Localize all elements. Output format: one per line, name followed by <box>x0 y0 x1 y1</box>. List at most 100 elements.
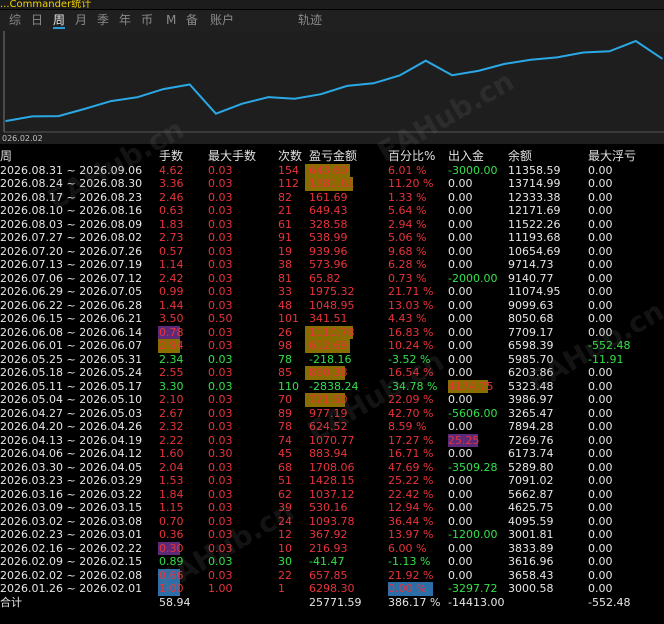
cell-count: 10 <box>278 541 292 555</box>
table-row[interactable]: 2026.06.15 ~ 2026.06.21 3.50 0.50 101 341.51… <box>0 312 664 326</box>
cell-max-lots: 0.03 <box>208 433 233 447</box>
col-header-week[interactable]: 周 <box>0 149 12 164</box>
cell-count: 1 <box>278 582 285 595</box>
equity-point <box>57 115 60 117</box>
table-row[interactable]: 2026.07.20 ~ 2026.07.26 0.57 0.03 19 939.96 9… <box>0 245 664 259</box>
table-row[interactable]: 2026.06.01 ~ 2026.06.07 2.94 0.03 98 612.69 1… <box>0 339 664 353</box>
table-row[interactable]: 2026.07.06 ~ 2026.07.12 2.42 0.03 81 65.82 0.… <box>0 272 664 286</box>
cell-lots: 1.84 <box>159 487 184 501</box>
cell-week: 2026.05.04 ~ 2026.05.10 <box>0 393 143 406</box>
table-row[interactable]: 2026.03.02 ~ 2026.03.08 0.70 0.03 24 1093.78… <box>0 515 664 529</box>
cell-max-drawdown: 0.00 <box>588 447 613 460</box>
tab-year[interactable]: 年 <box>119 10 131 31</box>
table-row[interactable]: 2026.06.22 ~ 2026.06.28 1.44 0.03 48 1048.95… <box>0 299 664 313</box>
cell-week: 2026.06.01 ~ 2026.06.07 <box>0 339 143 352</box>
table-row[interactable]: 2026.07.27 ~ 2026.08.02 2.73 0.03 91 538.99 5… <box>0 231 664 245</box>
cell-week: 2026.08.10 ~ 2026.08.16 <box>0 204 143 217</box>
table-row[interactable]: 2026.08.24 ~ 2026.08.30 3.36 0.03 112 1381.6… <box>0 177 664 191</box>
table-row[interactable]: 2026.02.23 ~ 2026.03.01 0.36 0.03 12 367.92 1… <box>0 528 664 542</box>
cell-count: 74 <box>278 433 292 447</box>
cell-lots: 2.67 <box>159 406 184 420</box>
cell-max-lots: 0.03 <box>208 217 233 231</box>
cell-pnl: 1975.32 <box>309 285 355 298</box>
table-row[interactable]: 2026.08.31 ~ 2026.09.06 4.62 0.03 154 643.60… <box>0 163 664 177</box>
col-header-pnl[interactable]: 盈亏金额 <box>309 149 357 164</box>
table-row[interactable]: 2026.08.17 ~ 2026.08.23 2.46 0.03 82 161.69 1… <box>0 191 664 205</box>
cell-week: 2026.02.09 ~ 2026.02.15 <box>0 555 143 568</box>
tab-month[interactable]: 月 <box>75 10 87 31</box>
cell-count: 110 <box>278 379 299 393</box>
table-row[interactable]: 2026.02.02 ~ 2026.02.08 0.66 0.03 22 657.85 2… <box>0 568 664 582</box>
table-row[interactable]: 2026.06.29 ~ 2026.07.05 0.99 0.03 33 1975.32… <box>0 285 664 299</box>
tab-summary[interactable]: 综 <box>9 10 21 31</box>
table-row[interactable]: 2026.05.25 ~ 2026.05.31 2.34 0.03 78 -218.16… <box>0 353 664 367</box>
cell-pct: 17.27 % <box>388 433 434 447</box>
table-row[interactable]: 2026.06.08 ~ 2026.06.14 0.78 0.03 26 1110.78… <box>0 325 664 339</box>
table-row[interactable]: 2026.03.30 ~ 2026.04.05 2.04 0.03 68 1708.06… <box>0 461 664 475</box>
tab-week[interactable]: 周 <box>53 10 66 31</box>
table-row[interactable]: 2026.05.04 ~ 2026.05.10 2.10 0.03 70 721.50 2… <box>0 393 664 407</box>
table-row[interactable]: 2026.03.23 ~ 2026.03.29 1.53 0.03 51 1428.15… <box>0 474 664 488</box>
cell-flow: -3297.72 <box>448 582 498 595</box>
cell-flow: 0.00 <box>448 177 473 190</box>
cell-week: 2026.05.11 ~ 2026.05.17 <box>0 379 143 393</box>
table-row[interactable]: 2026.08.03 ~ 2026.08.09 1.83 0.03 61 328.58 2… <box>0 218 664 232</box>
tab-day[interactable]: 日 <box>31 10 43 31</box>
cell-lots: 2.04 <box>159 460 184 474</box>
cell-pnl: 1048.95 <box>309 298 355 312</box>
cell-count: 112 <box>278 177 299 190</box>
tab-backup[interactable]: 备 <box>186 10 198 31</box>
table-row[interactable]: 2026.01.26 ~ 2026.02.01 1.00 1.00 1 6298.30 0… <box>0 582 664 596</box>
cell-flow: 0.00 <box>448 568 473 582</box>
cell-balance: 9099.63 <box>508 298 554 312</box>
equity-point <box>267 96 270 98</box>
cell-week: 2026.03.09 ~ 2026.03.15 <box>0 501 143 514</box>
table-row[interactable]: 2026.02.09 ~ 2026.02.15 0.89 0.03 30 -41.47 -… <box>0 555 664 569</box>
col-header-lots[interactable]: 手数 <box>159 149 183 164</box>
cell-pct: 0.00 % <box>388 582 427 595</box>
col-header-max-lots[interactable]: 最大手数 <box>208 149 256 164</box>
cell-balance: 4095.59 <box>508 514 554 528</box>
cell-lots: 2.46 <box>159 190 184 204</box>
tab-trajectory[interactable]: 轨迹 <box>298 10 322 31</box>
cell-lots: 1.83 <box>159 217 184 231</box>
table-row[interactable]: 2026.04.27 ~ 2026.05.03 2.67 0.03 89 977.19 4… <box>0 407 664 421</box>
cell-pct: -3.52 % <box>388 352 431 366</box>
equity-point <box>582 51 585 54</box>
table-row[interactable]: 2026.04.20 ~ 2026.04.26 2.32 0.03 78 624.52 8… <box>0 420 664 434</box>
cell-max-drawdown: -552.48 <box>588 339 631 352</box>
cell-count: 19 <box>278 244 292 258</box>
table-row[interactable]: 2026.03.16 ~ 2026.03.22 1.84 0.03 62 1037.12… <box>0 488 664 502</box>
cell-max-drawdown: 0.00 <box>588 501 613 514</box>
tab-m[interactable]: M <box>166 10 176 31</box>
cell-pnl: 721.50 <box>309 393 348 406</box>
col-header-balance[interactable]: 余额 <box>508 149 532 164</box>
table-row[interactable]: 2026.08.10 ~ 2026.08.16 0.63 0.03 21 649.43 5… <box>0 204 664 218</box>
col-header-count[interactable]: 次数 <box>278 149 302 164</box>
col-header-pct[interactable]: 百分比% <box>388 149 435 164</box>
table-row[interactable]: 2026.05.11 ~ 2026.05.17 3.30 0.03 110 -2838.… <box>0 379 664 393</box>
cell-count: 12 <box>278 528 292 541</box>
cell-pnl: -218.16 <box>309 352 352 366</box>
total-lots: 58.94 <box>159 595 191 609</box>
col-header-max-drawdown[interactable]: 最大浮亏 <box>588 149 636 164</box>
equity-point <box>162 88 165 90</box>
table-row[interactable]: 2026.04.13 ~ 2026.04.19 2.22 0.03 74 1070.77… <box>0 433 664 447</box>
table-row[interactable]: 2026.04.06 ~ 2026.04.12 1.60 0.30 45 883.94 1… <box>0 447 664 461</box>
cell-balance: 6173.74 <box>508 447 554 460</box>
tab-account[interactable]: 账户 <box>210 10 234 31</box>
tab-currency[interactable]: 币 <box>141 10 153 31</box>
table-row[interactable]: 2026.07.13 ~ 2026.07.19 1.14 0.03 38 573.96 6… <box>0 258 664 272</box>
tab-quarter[interactable]: 季 <box>97 10 109 31</box>
cell-lots: 0.66 <box>159 568 184 582</box>
cell-lots: 1.15 <box>159 501 184 514</box>
table-row[interactable]: 2026.03.09 ~ 2026.03.15 1.15 0.03 39 530.16 1… <box>0 501 664 515</box>
table-row[interactable]: 2026.02.16 ~ 2026.02.22 0.30 0.03 10 216.93 6… <box>0 541 664 555</box>
table-row[interactable]: 2026.05.18 ~ 2026.05.24 2.55 0.03 85 880.38 1… <box>0 366 664 380</box>
cell-pct: 5.64 % <box>388 204 427 217</box>
cell-pnl: 1037.12 <box>309 487 355 501</box>
col-header-flow[interactable]: 出入金 <box>448 149 484 164</box>
cell-max-drawdown: 0.00 <box>588 258 613 271</box>
cell-flow: -1200.00 <box>448 528 498 541</box>
cell-max-drawdown: 0.00 <box>588 379 613 393</box>
